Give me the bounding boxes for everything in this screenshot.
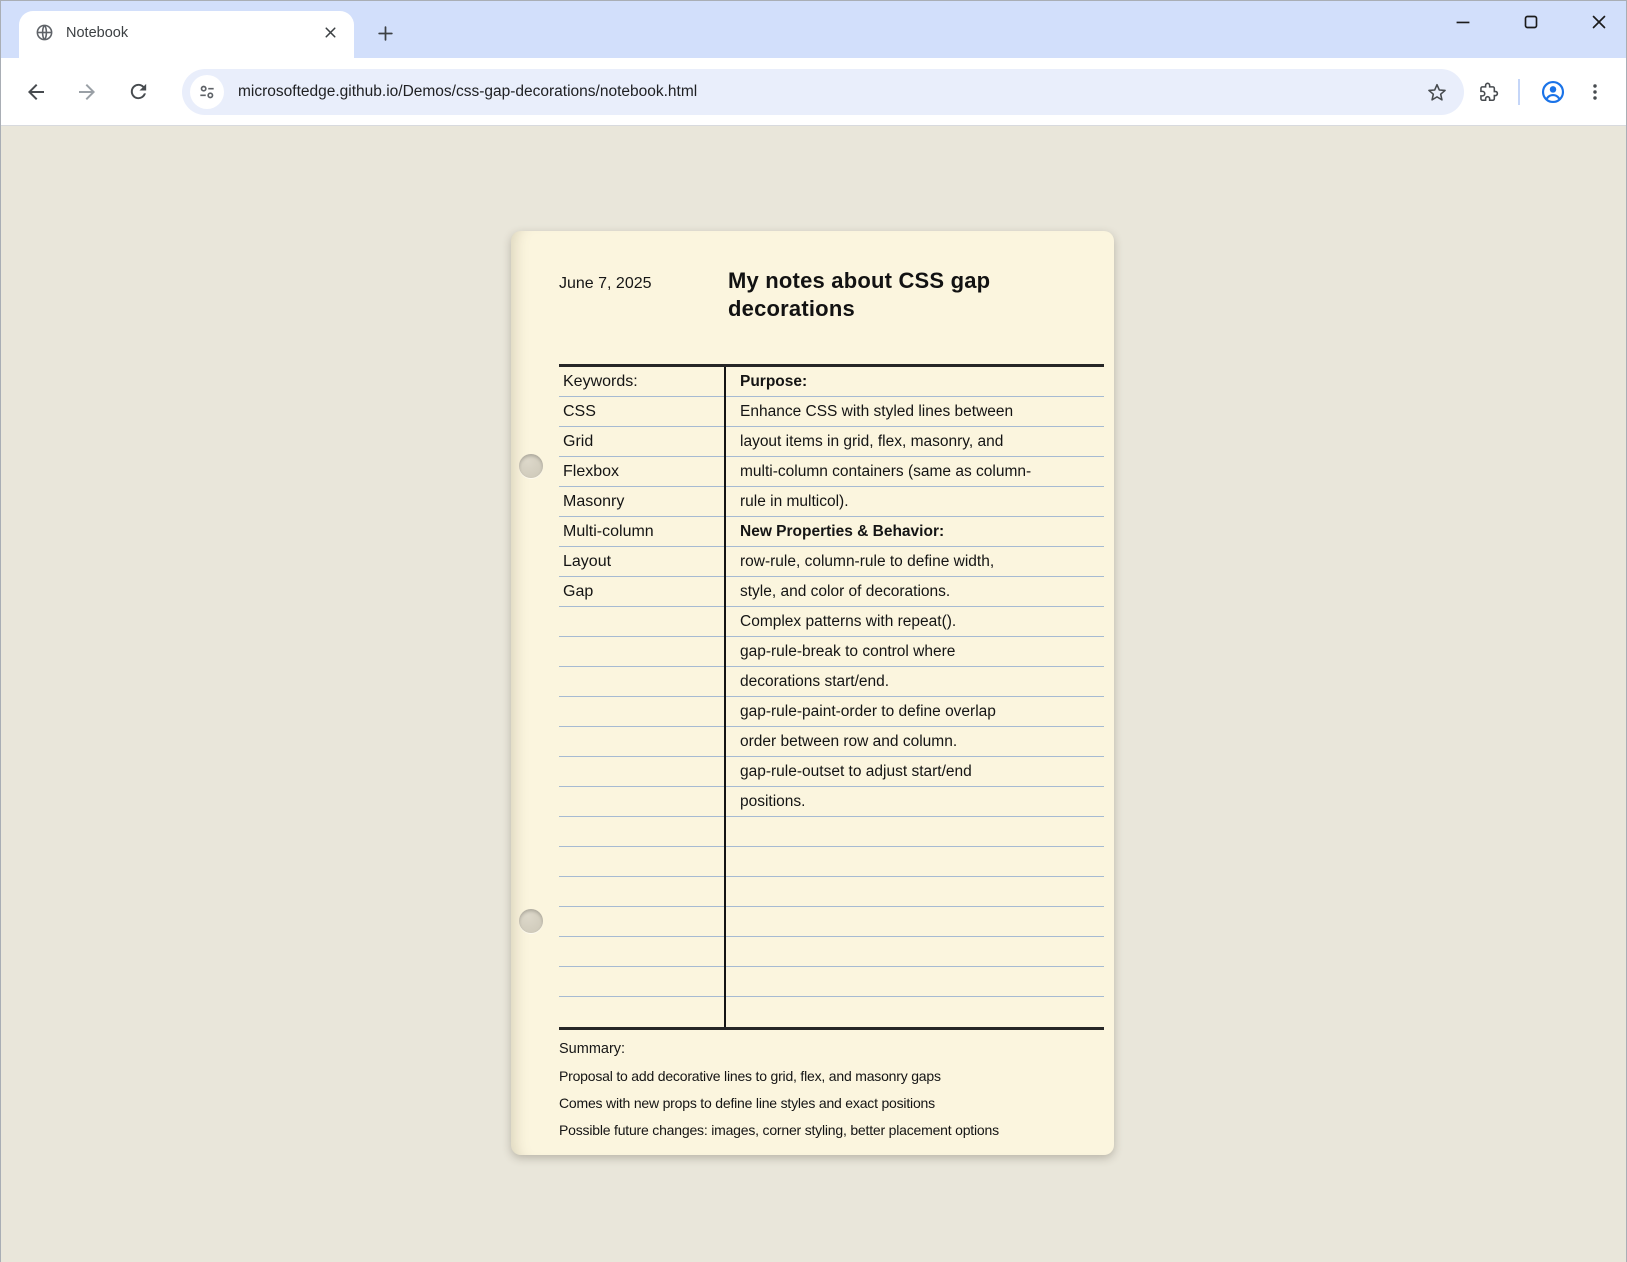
keywords-column: Keywords:CSSGridFlexboxMasonryMulti-colu… <box>559 367 726 1027</box>
reload-button[interactable] <box>121 75 155 109</box>
keyword-cell: Gap <box>559 577 724 607</box>
purpose-cell: gap-rule-break to control where <box>726 637 1104 667</box>
keyword-cell: Multi-column <box>559 517 724 547</box>
page-content: June 7, 2025 My notes about CSS gap deco… <box>1 126 1626 1262</box>
summary-section: Summary: Proposal to add decorative line… <box>559 1041 1096 1138</box>
keyword-cell: Grid <box>559 427 724 457</box>
keyword-cell <box>559 607 724 637</box>
forward-button[interactable] <box>70 75 104 109</box>
keyword-cell <box>559 667 724 697</box>
note-header: June 7, 2025 My notes about CSS gap deco… <box>559 267 1070 323</box>
purpose-cell: rule in multicol). <box>726 487 1104 517</box>
bookmark-star-icon[interactable] <box>1424 79 1450 105</box>
keyword-cell <box>559 997 724 1027</box>
window-controls <box>1450 9 1612 35</box>
purpose-cell: layout items in grid, flex, masonry, and <box>726 427 1104 457</box>
browser-toolbar: microsoftedge.github.io/Demos/css-gap-de… <box>1 58 1626 126</box>
toolbar-divider <box>1518 79 1520 105</box>
profile-icon[interactable] <box>1536 75 1570 109</box>
purpose-cell: Enhance CSS with styled lines between <box>726 397 1104 427</box>
purpose-cell: positions. <box>726 787 1104 817</box>
notebook-card: June 7, 2025 My notes about CSS gap deco… <box>511 231 1114 1155</box>
keywords-header-cell: Keywords: <box>559 367 724 397</box>
keyword-cell <box>559 967 724 997</box>
keyword-cell <box>559 847 724 877</box>
purpose-cell <box>726 907 1104 937</box>
keyword-cell: Flexbox <box>559 457 724 487</box>
summary-lines: Proposal to add decorative lines to grid… <box>559 1068 1096 1138</box>
summary-line: Comes with new props to define line styl… <box>559 1095 1096 1111</box>
address-bar[interactable]: microsoftedge.github.io/Demos/css-gap-de… <box>182 69 1464 115</box>
purpose-cell: row-rule, column-rule to define width, <box>726 547 1104 577</box>
purpose-column: Purpose:Enhance CSS with styled lines be… <box>726 367 1104 1027</box>
back-button[interactable] <box>19 75 53 109</box>
keyword-cell <box>559 817 724 847</box>
note-title: My notes about CSS gap decorations <box>728 267 1063 323</box>
keyword-cell <box>559 787 724 817</box>
purpose-cell: multi-column containers (same as column- <box>726 457 1104 487</box>
keyword-cell <box>559 907 724 937</box>
minimize-button[interactable] <box>1450 9 1476 35</box>
purpose-cell <box>726 877 1104 907</box>
purpose-cell: New Properties & Behavior: <box>726 517 1104 547</box>
tab-title: Notebook <box>66 25 320 41</box>
purpose-cell: Complex patterns with repeat(). <box>726 607 1104 637</box>
keyword-cell <box>559 697 724 727</box>
keyword-cell <box>559 877 724 907</box>
keyword-cell <box>559 637 724 667</box>
url-text[interactable]: microsoftedge.github.io/Demos/css-gap-de… <box>238 83 1424 101</box>
purpose-cell: gap-rule-paint-order to define overlap <box>726 697 1104 727</box>
purpose-cell <box>726 997 1104 1027</box>
purpose-cell: decorations start/end. <box>726 667 1104 697</box>
close-button[interactable] <box>1586 9 1612 35</box>
summary-line: Possible future changes: images, corner … <box>559 1122 1096 1138</box>
keyword-cell: Masonry <box>559 487 724 517</box>
purpose-cell <box>726 847 1104 877</box>
globe-favicon-icon <box>35 23 54 42</box>
notes-table: Keywords:CSSGridFlexboxMasonryMulti-colu… <box>559 364 1104 1030</box>
note-date: June 7, 2025 <box>559 275 652 293</box>
keyword-cell: CSS <box>559 397 724 427</box>
punch-hole-icon <box>519 909 543 933</box>
summary-label: Summary: <box>559 1041 1096 1057</box>
browser-window: Notebook <box>0 0 1627 1262</box>
purpose-cell <box>726 817 1104 847</box>
browser-tab[interactable]: Notebook <box>19 11 354 58</box>
keyword-cell: Layout <box>559 547 724 577</box>
tab-close-icon[interactable] <box>320 23 340 43</box>
menu-icon[interactable] <box>1578 75 1612 109</box>
maximize-button[interactable] <box>1518 9 1544 35</box>
extensions-icon[interactable] <box>1472 75 1506 109</box>
purpose-cell: gap-rule-outset to adjust start/end <box>726 757 1104 787</box>
purpose-cell: style, and color of decorations. <box>726 577 1104 607</box>
keyword-cell <box>559 757 724 787</box>
purpose-header-cell: Purpose: <box>726 367 1104 397</box>
keyword-cell <box>559 727 724 757</box>
purpose-cell <box>726 937 1104 967</box>
new-tab-button[interactable] <box>371 19 399 47</box>
purpose-cell <box>726 967 1104 997</box>
site-settings-icon[interactable] <box>190 75 224 109</box>
keyword-cell <box>559 937 724 967</box>
punch-hole-icon <box>519 454 543 478</box>
purpose-cell: order between row and column. <box>726 727 1104 757</box>
summary-line: Proposal to add decorative lines to grid… <box>559 1068 1096 1084</box>
tab-strip: Notebook <box>1 1 1626 58</box>
